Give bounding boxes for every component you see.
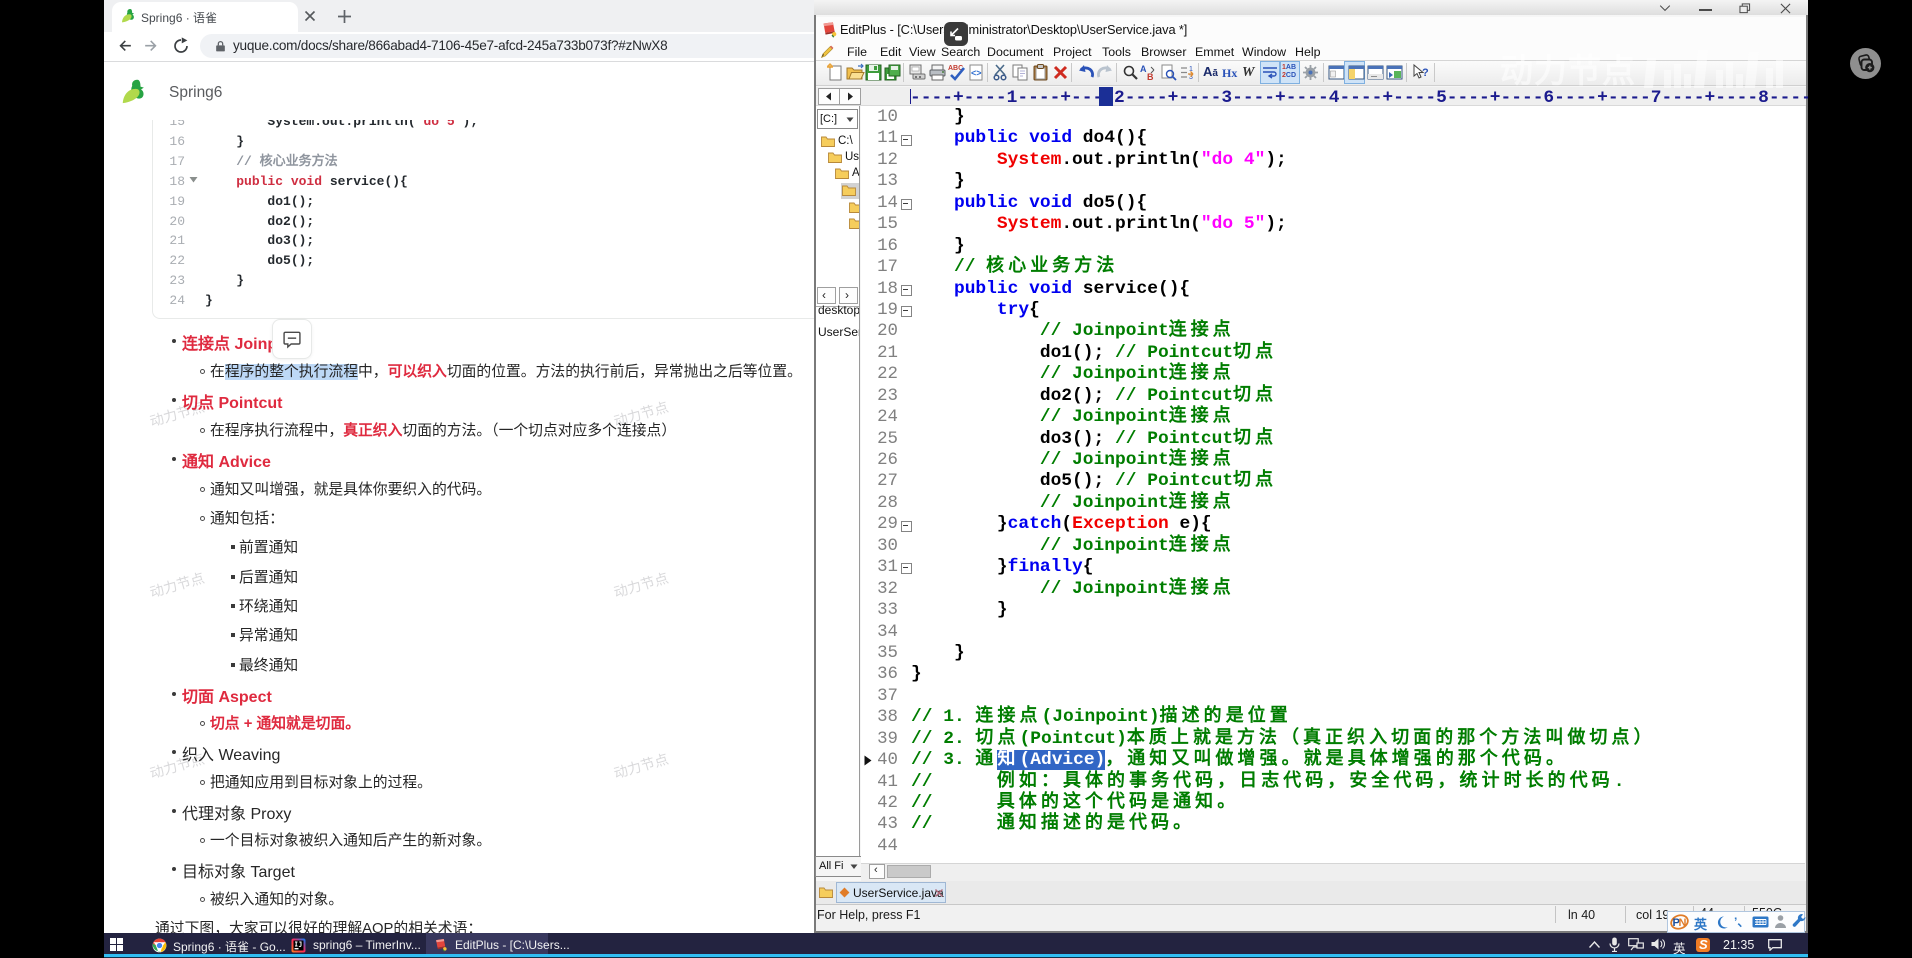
svg-text:B: B [1147, 72, 1154, 82]
svg-text:?: ? [1422, 67, 1429, 79]
svg-text:N: N [1679, 917, 1687, 929]
svg-text:A: A [1140, 64, 1147, 74]
svg-text:<>: <> [971, 68, 982, 78]
